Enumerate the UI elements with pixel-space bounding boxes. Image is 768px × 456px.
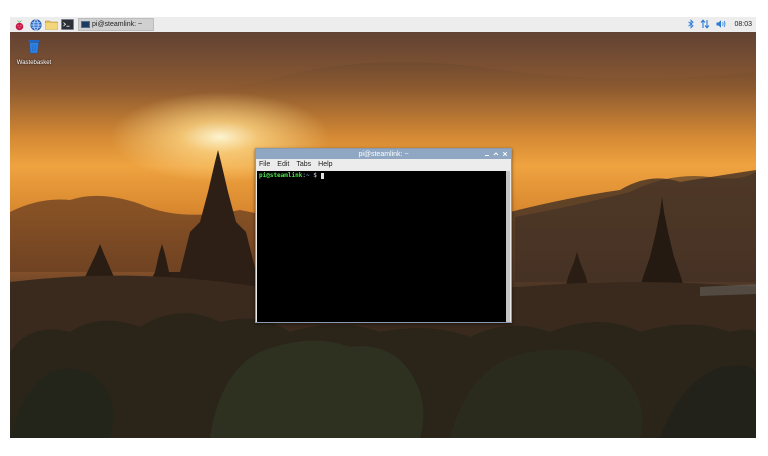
terminal-titlebar[interactable]: pi@steamlink: ~ [256, 149, 511, 159]
wastebasket-label: Wastebasket [16, 60, 52, 66]
volume-icon[interactable] [716, 19, 727, 31]
prompt-symbol: $ [309, 172, 321, 179]
taskbar-terminal-label: pi@steamlink: ~ [92, 21, 143, 28]
window-controls [482, 149, 509, 159]
raspberry-menu-icon[interactable] [13, 18, 26, 31]
prompt-line: pi@steamlink:~ $ [259, 172, 505, 179]
menu-edit[interactable]: Edit [277, 161, 289, 168]
menu-help[interactable]: Help [318, 161, 332, 168]
system-tray: 08:03 [682, 18, 756, 31]
terminal-output[interactable]: pi@steamlink:~ $ [257, 171, 507, 322]
file-manager-icon[interactable] [45, 18, 58, 31]
taskbar: pi@steamlink: ~ 08:03 [10, 17, 756, 32]
terminal-mini-icon [81, 21, 90, 28]
terminal-window[interactable]: pi@steamlink: ~ File Edit Tabs Help pi@s… [255, 148, 512, 323]
taskbar-terminal-button[interactable]: pi@steamlink: ~ [78, 18, 154, 31]
prompt-user-host: pi@steamlink [259, 172, 303, 179]
terminal-menubar: File Edit Tabs Help [256, 159, 511, 170]
scrollbar-thumb[interactable] [506, 171, 510, 322]
close-button[interactable] [501, 150, 509, 158]
bluetooth-icon[interactable] [688, 18, 695, 31]
network-transfer-icon[interactable] [700, 18, 710, 31]
maximize-button[interactable] [492, 150, 500, 158]
wastebasket-icon [28, 40, 40, 54]
desktop-icon-wastebasket[interactable]: Wastebasket [14, 38, 54, 66]
terminal-title: pi@steamlink: ~ [358, 150, 409, 158]
web-browser-icon[interactable] [29, 18, 42, 31]
menu-tabs[interactable]: Tabs [296, 161, 311, 168]
terminal-icon[interactable] [61, 18, 74, 31]
menu-file[interactable]: File [259, 161, 270, 168]
text-cursor [321, 172, 325, 179]
terminal-scrollbar[interactable] [506, 171, 510, 322]
minimize-button[interactable] [483, 150, 491, 158]
screen: pi@steamlink: ~ 08:03 Wastebasket pi@ste… [0, 0, 768, 456]
clock[interactable]: 08:03 [734, 21, 752, 28]
